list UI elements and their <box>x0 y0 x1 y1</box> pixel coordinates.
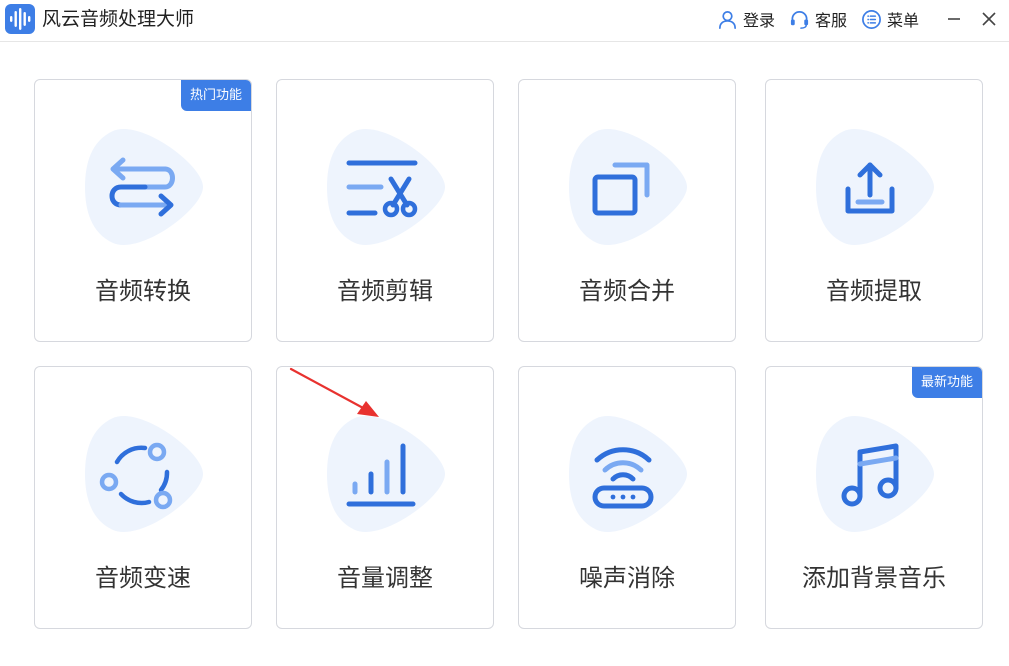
app-logo-icon <box>5 4 35 34</box>
card-volume-adjust[interactable]: 音量调整 <box>276 366 494 629</box>
card-label: 音频剪辑 <box>337 277 433 305</box>
login-label: 登录 <box>743 11 776 30</box>
wifi-router-icon <box>592 447 654 509</box>
card-audio-edit[interactable]: 音频剪辑 <box>276 79 494 342</box>
user-icon <box>719 10 736 29</box>
upload-tray-icon <box>845 162 895 214</box>
hot-feature-badge: 热门功能 <box>180 80 251 111</box>
music-note-icon <box>841 443 899 507</box>
circle-dots-icon <box>99 442 173 510</box>
scissors-cut-icon <box>346 160 418 218</box>
card-audio-convert[interactable]: 音频转换 热门功能 <box>34 79 252 342</box>
card-add-background-music[interactable]: 添加背景音乐 最新功能 <box>765 366 983 629</box>
menu-label: 菜单 <box>887 11 920 30</box>
card-label: 音量调整 <box>337 564 433 592</box>
new-feature-badge: 最新功能 <box>911 367 982 398</box>
menu-button[interactable]: 菜单 <box>861 7 919 31</box>
service-label: 客服 <box>815 11 848 30</box>
merge-squares-icon <box>592 162 650 216</box>
close-icon[interactable] <box>976 6 1002 32</box>
card-audio-merge[interactable]: 音频合并 <box>518 79 736 342</box>
convert-icon <box>109 157 175 217</box>
card-label: 音频转换 <box>95 277 191 305</box>
card-noise-removal[interactable]: 噪声消除 <box>518 366 736 629</box>
minimize-icon[interactable] <box>941 6 967 32</box>
menu-list-icon <box>862 9 881 29</box>
card-label: 噪声消除 <box>579 564 675 592</box>
volume-bars-icon <box>346 443 416 507</box>
headset-icon <box>790 10 809 29</box>
card-audio-speed[interactable]: 音频变速 <box>34 366 252 629</box>
app-title: 风云音频处理大师 <box>42 8 195 30</box>
card-label: 音频合并 <box>579 277 675 305</box>
card-audio-extract[interactable]: 音频提取 <box>765 79 983 342</box>
card-label: 音频提取 <box>826 277 922 305</box>
login-button[interactable]: 登录 <box>717 7 775 31</box>
customer-service-button[interactable]: 客服 <box>789 7 847 31</box>
card-label: 音频变速 <box>95 564 191 592</box>
card-label: 添加背景音乐 <box>802 564 946 592</box>
title-bar: 风云音频处理大师 登录 客服 菜单 <box>0 0 1009 42</box>
